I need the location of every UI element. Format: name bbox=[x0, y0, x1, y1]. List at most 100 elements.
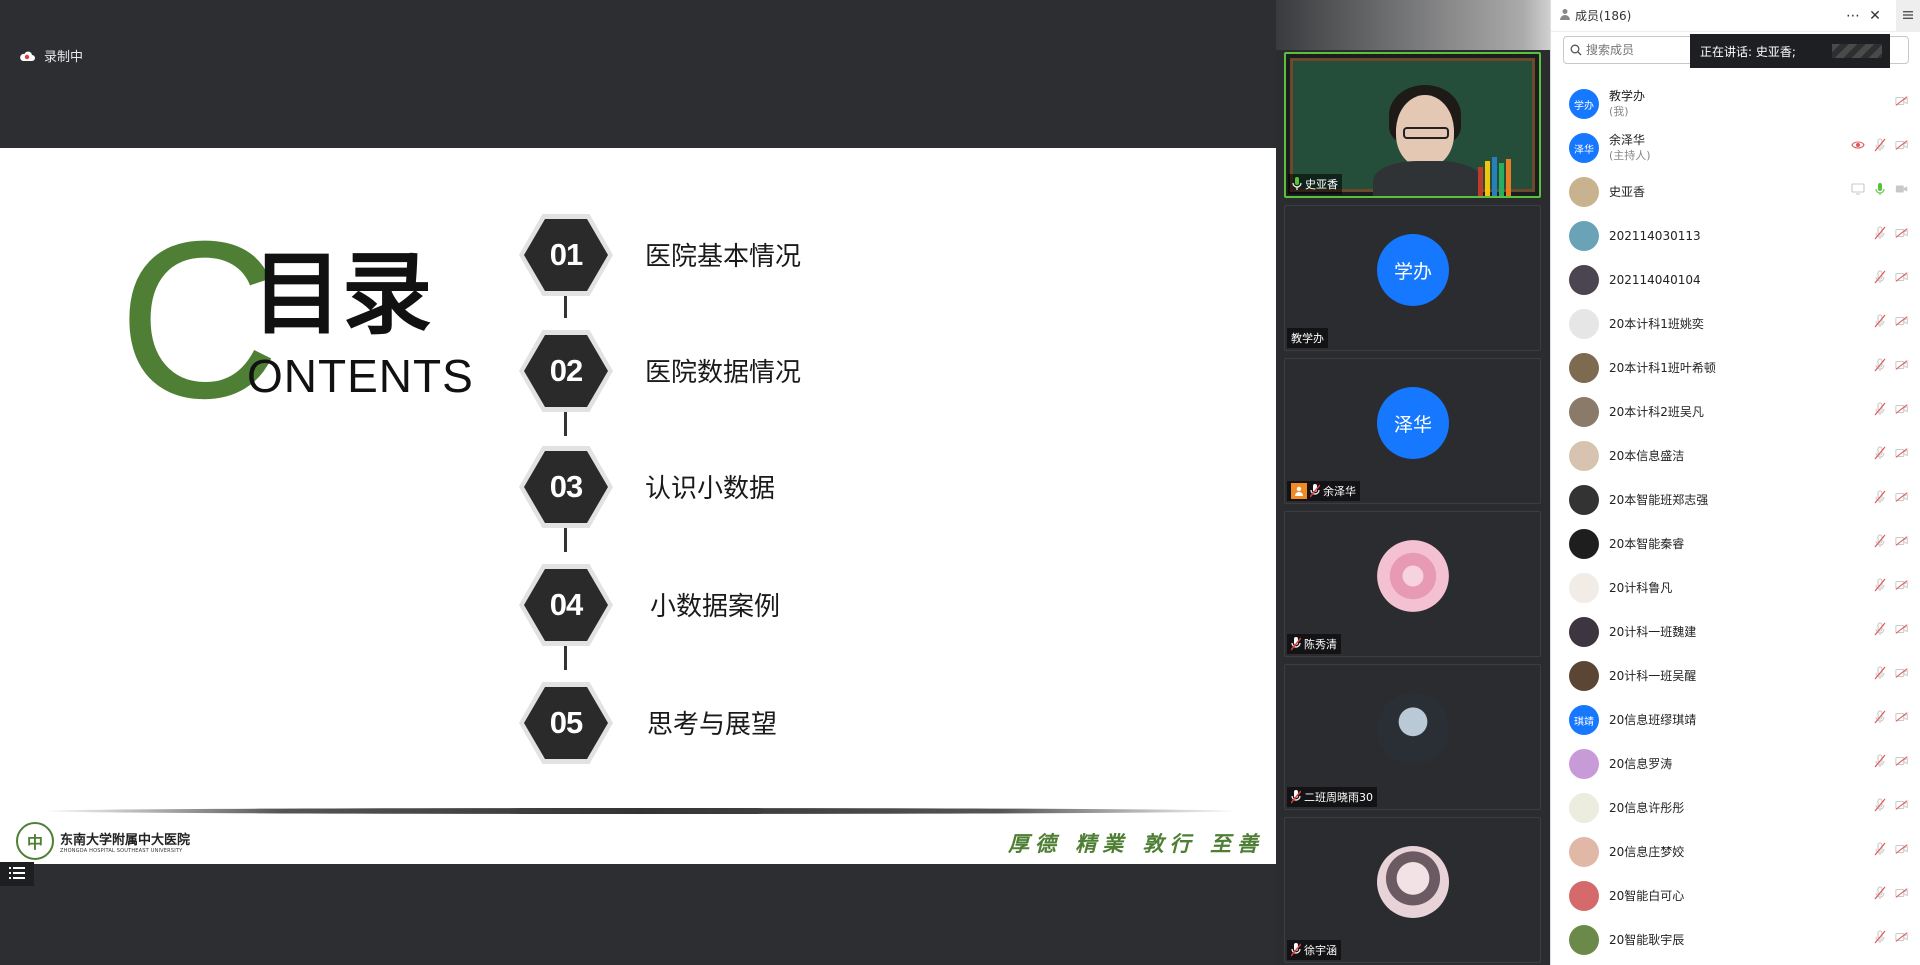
camera-off-icon[interactable] bbox=[1895, 314, 1909, 328]
camera-off-icon[interactable] bbox=[1895, 534, 1909, 548]
member-row[interactable]: 20智能耿宇辰 bbox=[1551, 918, 1920, 962]
mic-muted-icon[interactable] bbox=[1873, 314, 1887, 328]
member-row[interactable]: 20计科鲁凡 bbox=[1551, 566, 1920, 610]
camera-off-icon[interactable] bbox=[1895, 578, 1909, 592]
camera-off-icon[interactable] bbox=[1895, 358, 1909, 372]
avatar bbox=[1569, 397, 1599, 427]
member-row[interactable]: 20本计科1班叶希顿 bbox=[1551, 346, 1920, 390]
camera-off-icon[interactable] bbox=[1895, 94, 1909, 108]
video-tile[interactable]: 泽华 余泽华 bbox=[1284, 358, 1541, 504]
video-tile[interactable]: 学办 教学办 bbox=[1284, 205, 1541, 351]
mic-muted-icon[interactable] bbox=[1873, 930, 1887, 944]
camera-off-icon[interactable] bbox=[1895, 446, 1909, 460]
mic-active-icon bbox=[1292, 177, 1302, 191]
mic-muted-icon[interactable] bbox=[1873, 578, 1887, 592]
video-tile-label: 余泽华 bbox=[1287, 481, 1360, 501]
mic-muted-icon[interactable] bbox=[1873, 226, 1887, 240]
camera-off-icon[interactable] bbox=[1895, 622, 1909, 636]
panel-menu-button[interactable] bbox=[1896, 0, 1920, 32]
members-panel: 成员(186) ⋯ ✕ 正在讲话: 史亚香; 学办教学办 (我) 泽华余泽华 (主持人… bbox=[1550, 0, 1920, 965]
camera-off-icon[interactable] bbox=[1895, 710, 1909, 724]
camera-off-icon[interactable] bbox=[1895, 886, 1909, 900]
camera-off-icon[interactable] bbox=[1895, 930, 1909, 944]
mic-muted-icon[interactable] bbox=[1873, 710, 1887, 724]
video-tile-active-speaker[interactable]: 史亚香 bbox=[1284, 52, 1541, 198]
member-row[interactable]: 20本计科1班姚奕 bbox=[1551, 302, 1920, 346]
camera-off-icon[interactable] bbox=[1895, 490, 1909, 504]
member-row[interactable]: 20信息罗涛 bbox=[1551, 742, 1920, 786]
camera-off-icon[interactable] bbox=[1895, 754, 1909, 768]
mic-muted-icon[interactable] bbox=[1873, 622, 1887, 636]
toc-item-03: 认识小数据 bbox=[645, 474, 776, 504]
mic-muted-icon[interactable] bbox=[1873, 534, 1887, 548]
more-icon[interactable]: ⋯ bbox=[1844, 7, 1862, 25]
mic-muted-icon[interactable] bbox=[1873, 138, 1887, 152]
member-row[interactable]: 202114040104 bbox=[1551, 258, 1920, 302]
mic-active-icon[interactable] bbox=[1873, 182, 1887, 196]
list-toggle-button[interactable] bbox=[0, 862, 34, 886]
member-name: 20信息许彤彤 bbox=[1609, 800, 1685, 815]
member-row[interactable]: 泽华 余泽华 (主持人) bbox=[1551, 126, 1920, 170]
video-tile[interactable]: 二班周晓雨30 bbox=[1284, 664, 1541, 810]
member-row[interactable]: 20本智能班郑志强 bbox=[1551, 478, 1920, 522]
member-name: 20本计科2班吴凡 bbox=[1609, 404, 1704, 419]
mic-muted-icon bbox=[1310, 484, 1320, 498]
member-name: 20本信息盛洁 bbox=[1609, 448, 1685, 463]
mic-muted-icon[interactable] bbox=[1873, 842, 1887, 856]
mic-muted-icon[interactable] bbox=[1873, 754, 1887, 768]
presentation-slide: C 目录 ONTENTS 01 医院基本情况 02 医院数据情况 03 认识小数… bbox=[0, 148, 1276, 864]
member-row[interactable]: 20本信息盛洁 bbox=[1551, 434, 1920, 478]
camera-off-icon[interactable] bbox=[1895, 842, 1909, 856]
member-row[interactable]: 20信息许彤彤 bbox=[1551, 786, 1920, 830]
member-name: 史亚香 bbox=[1609, 184, 1646, 199]
member-row[interactable]: 202114030113 bbox=[1551, 214, 1920, 258]
member-row[interactable]: 学办 教学办 (我) bbox=[1551, 82, 1920, 126]
camera-off-icon[interactable] bbox=[1895, 798, 1909, 812]
camera-off-icon[interactable] bbox=[1895, 226, 1909, 240]
member-name: 20计科一班吴醒 bbox=[1609, 668, 1697, 683]
member-row[interactable]: 20信息庄梦姣 bbox=[1551, 830, 1920, 874]
mic-muted-icon[interactable] bbox=[1873, 886, 1887, 900]
avatar bbox=[1569, 485, 1599, 515]
member-list: 学办 教学办 (我) 泽华 余泽华 (主持人) 史亚香 202114030113 2021140… bbox=[1551, 82, 1920, 962]
avatar: 学办 bbox=[1569, 89, 1599, 119]
avatar bbox=[1569, 749, 1599, 779]
avatar bbox=[1569, 353, 1599, 383]
camera-off-icon[interactable] bbox=[1895, 270, 1909, 284]
camera-off-icon[interactable] bbox=[1895, 666, 1909, 680]
mic-muted-icon[interactable] bbox=[1873, 490, 1887, 504]
avatar bbox=[1569, 265, 1599, 295]
member-name: 20本计科1班叶希顿 bbox=[1609, 360, 1716, 375]
close-icon[interactable]: ✕ bbox=[1866, 7, 1884, 25]
member-row[interactable]: 史亚香 bbox=[1551, 170, 1920, 214]
recording-indicator[interactable]: 录制中 bbox=[18, 46, 83, 65]
avatar bbox=[1377, 540, 1449, 612]
member-row[interactable]: 20计科一班魏建 bbox=[1551, 610, 1920, 654]
avatar bbox=[1569, 529, 1599, 559]
camera-off-icon[interactable] bbox=[1895, 138, 1909, 152]
mic-muted-icon[interactable] bbox=[1873, 402, 1887, 416]
member-row[interactable]: 20本计科2班吴凡 bbox=[1551, 390, 1920, 434]
member-row[interactable]: 20计科一班吴醒 bbox=[1551, 654, 1920, 698]
mic-muted-icon[interactable] bbox=[1873, 666, 1887, 680]
avatar bbox=[1569, 309, 1599, 339]
video-tile[interactable]: 陈秀清 bbox=[1284, 511, 1541, 657]
toc-item-05: 思考与展望 bbox=[647, 710, 778, 740]
member-row[interactable]: 20智能白可心 bbox=[1551, 874, 1920, 918]
member-name: 20计科一班魏建 bbox=[1609, 624, 1697, 639]
mic-muted-icon[interactable] bbox=[1873, 358, 1887, 372]
member-row[interactable]: 20本智能秦睿 bbox=[1551, 522, 1920, 566]
video-tile[interactable]: 徐宇涵 bbox=[1284, 817, 1541, 963]
mic-muted-icon[interactable] bbox=[1873, 446, 1887, 460]
camera-on-icon[interactable] bbox=[1895, 182, 1909, 196]
search-input[interactable] bbox=[1586, 43, 1706, 57]
speaker-camera-feed bbox=[1290, 58, 1535, 196]
mic-muted-icon[interactable] bbox=[1873, 798, 1887, 812]
mic-muted-icon[interactable] bbox=[1873, 270, 1887, 284]
camera-off-icon[interactable] bbox=[1895, 402, 1909, 416]
member-row[interactable]: 琪靖 20信息班缪琪靖 bbox=[1551, 698, 1920, 742]
avatar bbox=[1569, 573, 1599, 603]
avatar bbox=[1569, 221, 1599, 251]
shared-screen-area: 录制中 C 目录 ONTENTS 01 医院基本情况 02 医院数据情况 03 … bbox=[0, 0, 1276, 965]
slide-footer-divider bbox=[40, 808, 1240, 814]
